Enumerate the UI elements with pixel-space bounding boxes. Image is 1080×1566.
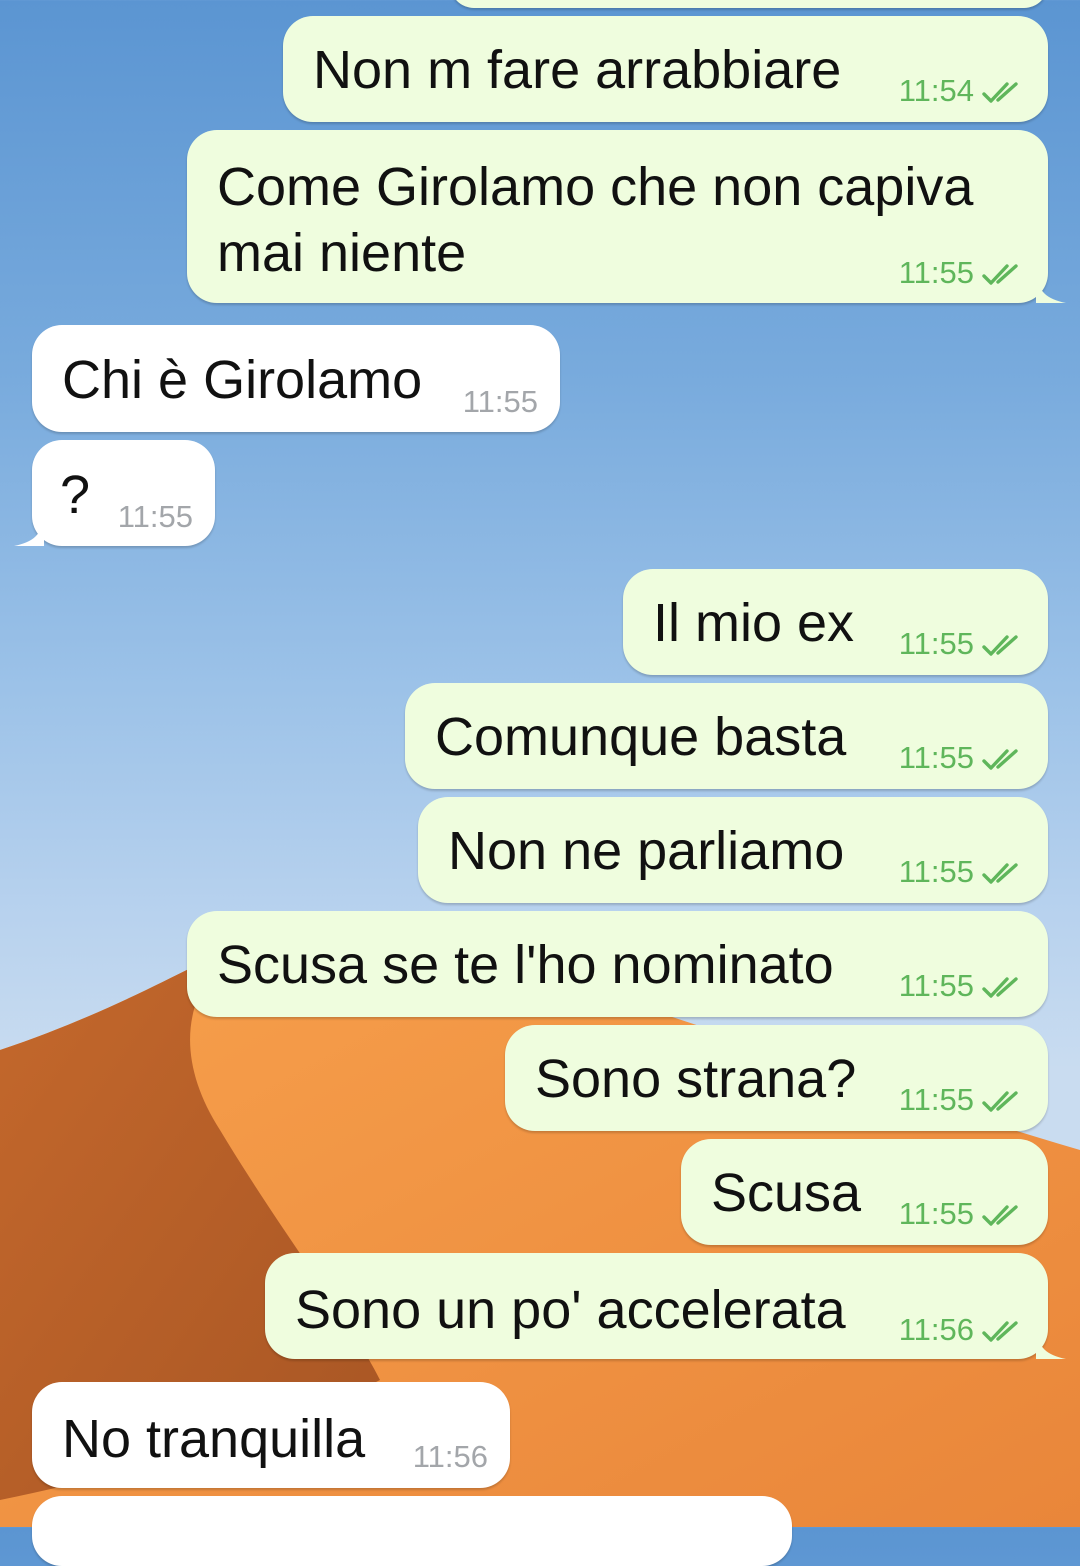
message-bubble-outgoing[interactable]: Il mio ex 11:55: [623, 569, 1048, 675]
message-time: 11:55: [462, 384, 538, 419]
message-time: 11:55: [898, 1196, 974, 1231]
message-bubble-incoming[interactable]: ? 11:55: [14, 440, 215, 546]
bubble-tail: [1036, 273, 1066, 303]
message-meta: 11:55: [899, 256, 1026, 294]
message-bubble-incoming[interactable]: Chi è Girolamo 11:55: [32, 325, 560, 432]
message-meta: 11:55: [899, 741, 1026, 779]
message-bubble-incoming[interactable]: No tranquilla 11:56: [32, 1382, 510, 1488]
double-check-icon: [982, 1087, 1026, 1121]
message-text: Comunque basta: [435, 707, 847, 767]
message-text: ?: [60, 465, 91, 525]
message-time: 11:55: [898, 255, 974, 290]
message-time: 11:55: [898, 1082, 974, 1117]
message-time: 11:55: [898, 968, 974, 1003]
message-bubble-outgoing[interactable]: Scusa 11:55: [681, 1139, 1048, 1245]
message-bubble-outgoing[interactable]: Non m fare arrabbiare 11:54: [283, 16, 1048, 122]
double-check-icon: [982, 631, 1026, 665]
double-check-icon: [982, 745, 1026, 779]
message-meta: 11:55: [118, 500, 193, 534]
message-time: 11:56: [898, 1312, 974, 1347]
double-check-icon: [982, 260, 1026, 294]
message-bubble-outgoing[interactable]: Scusa se te l'ho nominato 11:55: [187, 911, 1048, 1017]
message-meta: 11:55: [899, 1197, 1026, 1235]
message-list[interactable]: Non m fare arrabbiare 11:54 Come Girolam…: [0, 0, 1080, 1566]
message-time: 11:56: [412, 1439, 488, 1474]
bubble-tail: [1036, 1329, 1066, 1359]
double-check-icon: [982, 1201, 1026, 1235]
double-check-icon: [982, 973, 1026, 1007]
message-time: 11:55: [898, 626, 974, 661]
message-bubble-outgoing[interactable]: Come Girolamo che non capiva mai niente …: [187, 130, 1066, 303]
message-bubble-outgoing[interactable]: Non ne parliamo 11:55: [418, 797, 1048, 903]
message-text: Scusa se te l'ho nominato: [217, 935, 834, 995]
message-bubble-partial-bottom[interactable]: [32, 1496, 792, 1566]
bubble-tail: [14, 516, 44, 546]
double-check-icon: [982, 78, 1026, 112]
message-bubble-outgoing[interactable]: Sono un po' accelerata 11:56: [265, 1253, 1066, 1359]
message-meta: 11:55: [463, 385, 538, 419]
message-text-line-1: Come Girolamo che non capiva: [217, 157, 974, 217]
message-meta: 11:55: [899, 1083, 1026, 1121]
message-text: Scusa: [711, 1163, 862, 1223]
message-meta: 11:56: [413, 1440, 488, 1474]
message-meta: 11:55: [899, 969, 1026, 1007]
message-meta: 11:55: [899, 855, 1026, 893]
message-text-line-2: mai niente: [217, 223, 467, 283]
message-text: Non m fare arrabbiare: [313, 40, 842, 100]
message-time: 11:55: [898, 854, 974, 889]
message-text: Sono un po' accelerata: [295, 1280, 846, 1340]
message-text: Non ne parliamo: [448, 821, 845, 881]
message-time: 11:54: [898, 73, 974, 108]
message-meta: 11:55: [899, 627, 1026, 665]
message-text: Sono strana?: [535, 1049, 857, 1109]
double-check-icon: [982, 859, 1026, 893]
message-bubble-partial-top[interactable]: [450, 0, 1048, 8]
message-text: Chi è Girolamo: [62, 350, 423, 410]
message-text: Il mio ex: [653, 593, 855, 653]
message-meta: 11:54: [899, 74, 1026, 112]
message-bubble-outgoing[interactable]: Comunque basta 11:55: [405, 683, 1048, 789]
message-bubble-outgoing[interactable]: Sono strana? 11:55: [505, 1025, 1048, 1131]
double-check-icon: [982, 1317, 1026, 1351]
message-time: 11:55: [898, 740, 974, 775]
message-text: No tranquilla: [62, 1409, 366, 1469]
message-meta: 11:56: [899, 1313, 1026, 1351]
message-time: 11:55: [117, 499, 193, 534]
